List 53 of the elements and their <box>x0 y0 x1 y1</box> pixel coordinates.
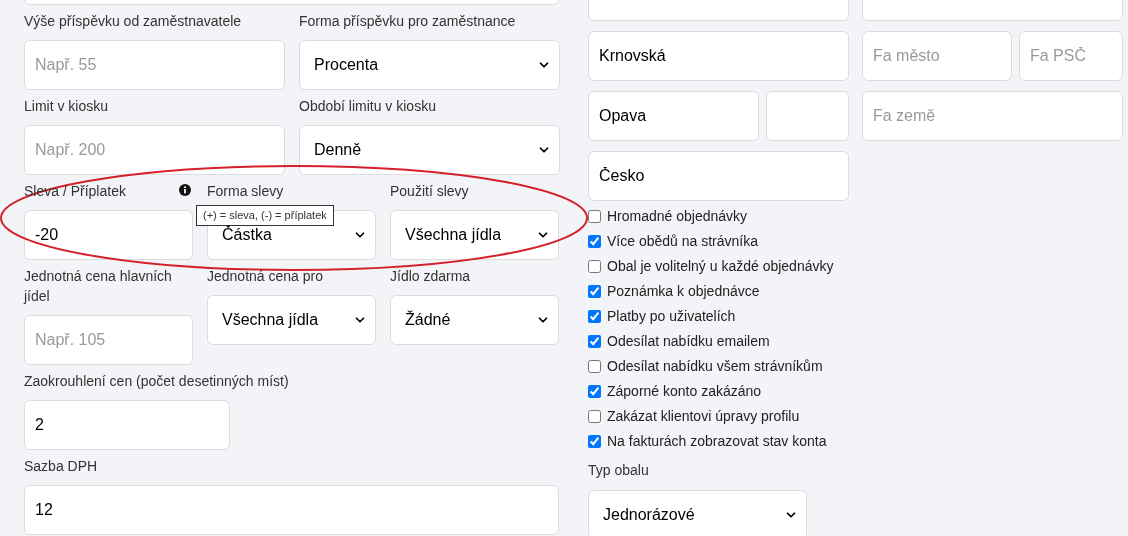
select-field[interactable]: Jednorázové <box>588 490 807 536</box>
input-field[interactable]: Fa město <box>862 31 1012 81</box>
input-field[interactable]: Např. 200 <box>24 125 285 175</box>
checkbox-label: Poznámka k objednávce <box>607 282 760 301</box>
checkbox[interactable] <box>588 385 601 398</box>
info-icon[interactable] <box>179 184 191 196</box>
checkbox[interactable] <box>588 210 601 223</box>
input-field[interactable]: 12 <box>24 485 559 535</box>
field-label: Výše příspěvku od zaměstnavatele <box>24 12 242 31</box>
input-field[interactable]: Česko <box>588 151 849 201</box>
input-field[interactable]: Např. 105 <box>24 315 193 365</box>
select-field[interactable]: Žádné <box>390 295 559 345</box>
select-field[interactable]: Denně <box>299 125 560 175</box>
checkbox[interactable] <box>588 310 601 323</box>
field-label: Období limitu v kiosku <box>299 97 436 116</box>
field-label: Použití slevy <box>390 182 469 201</box>
input-field[interactable]: Krnovská <box>588 31 849 81</box>
checkbox[interactable] <box>588 360 601 373</box>
checkbox[interactable] <box>588 260 601 273</box>
input-field[interactable]: Fa PSČ <box>1019 31 1123 81</box>
input-field[interactable]: 2 <box>24 400 230 450</box>
select-field[interactable]: Procenta <box>299 40 560 90</box>
input-field[interactable]: Opava <box>588 91 759 141</box>
field-label: Forma příspěvku pro zaměstnance <box>299 12 516 31</box>
checkbox[interactable] <box>588 410 601 423</box>
field-label: Typ obalu <box>588 462 649 478</box>
select-field[interactable]: Všechna jídla <box>207 295 376 345</box>
input-field[interactable]: Fa země <box>862 91 1123 141</box>
field-label: Jídlo zdarma <box>390 267 471 286</box>
checkbox-label: Zakázat klientovi úpravy profilu <box>607 407 800 426</box>
checkbox-label: Více obědů na strávníka <box>607 232 758 251</box>
field-label: Forma slevy <box>207 182 284 201</box>
checkbox-label: Hromadné objednávky <box>607 207 748 226</box>
checkbox[interactable] <box>588 435 601 448</box>
field-label: Sazba DPH <box>24 457 98 476</box>
select-field[interactable]: Všechna jídla <box>390 210 559 260</box>
checkbox[interactable] <box>588 235 601 248</box>
field-label: Zaokrouhlení cen (počet desetinných míst) <box>24 372 289 391</box>
checkbox[interactable] <box>588 335 601 348</box>
checkbox[interactable] <box>588 285 601 298</box>
field-label: Jednotná cena pro <box>207 267 323 286</box>
input-field[interactable] <box>766 91 849 141</box>
checkbox-label: Platby po uživatelích <box>607 307 736 326</box>
checkbox-label: Odesílat nabídku všem strávníkům <box>607 357 823 376</box>
checkbox-label: Na fakturách zobrazovat stav konta <box>607 432 827 451</box>
field-label: Limit v kiosku <box>24 97 109 116</box>
input-field[interactable]: Např. 55 <box>24 40 285 90</box>
input-field[interactable]: -20 <box>24 210 193 260</box>
checkbox-label: Záporné konto zakázáno <box>607 382 762 401</box>
field-label: Jednotná cena hlavních jídel <box>24 267 173 306</box>
checkbox-label: Odesílat nabídku emailem <box>607 332 770 351</box>
tooltip: (+) = sleva, (-) = příplatek <box>196 205 334 226</box>
checkbox-label: Obal je volitelný u každé objednávky <box>607 257 834 276</box>
